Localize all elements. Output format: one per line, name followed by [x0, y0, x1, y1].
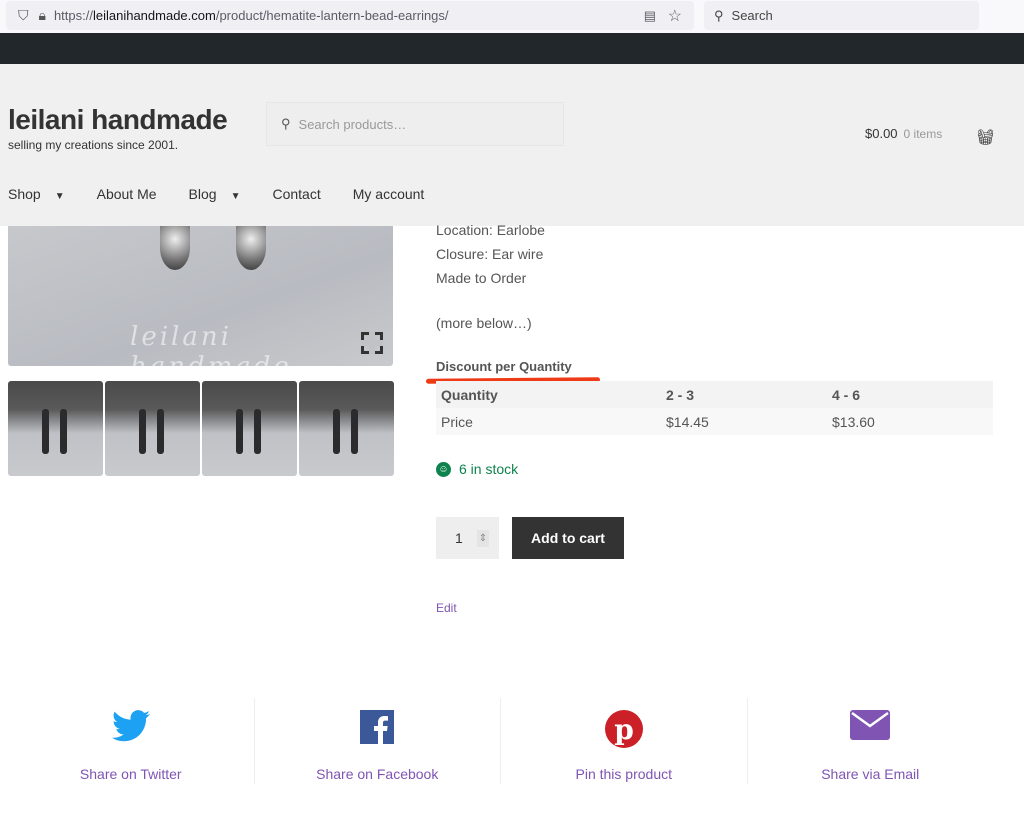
- product-search-placeholder: Search products…: [298, 116, 407, 132]
- more-below: (more below…): [436, 315, 532, 331]
- product-search-input[interactable]: ⚲ Search products…: [266, 102, 564, 146]
- shield-icon[interactable]: ⛉: [18, 7, 29, 24]
- pinterest-icon: p: [501, 710, 747, 748]
- share-label: Pin this product: [575, 766, 673, 782]
- chevron-down-icon[interactable]: ▼: [55, 191, 65, 202]
- email-icon: [748, 710, 994, 746]
- reader-view-icon[interactable]: ▤: [644, 8, 656, 24]
- svg-text:p: p: [614, 713, 634, 746]
- thumbnail[interactable]: [105, 381, 200, 476]
- table-row: Price $14.45 $13.60: [436, 408, 993, 435]
- share-label: Share via Email: [821, 766, 920, 782]
- cell: Price: [436, 408, 661, 435]
- share-email[interactable]: Share via Email: [746, 698, 994, 784]
- share-twitter[interactable]: Share on Twitter: [8, 698, 254, 784]
- spinner-icon[interactable]: ⇕: [476, 529, 490, 547]
- nav-contact[interactable]: Contact: [272, 186, 320, 202]
- discount-table: Quantity 2 - 3 4 - 6 Price $14.45 $13.60: [436, 381, 993, 435]
- browser-search-placeholder: Search: [731, 8, 773, 23]
- main-nav: Shop ▼ About Me Blog ▼ Contact My account: [8, 186, 456, 202]
- url-text[interactable]: https://leilanihandmade.com/product/hema…: [54, 8, 449, 23]
- earring-bead: [236, 226, 266, 270]
- basket-icon[interactable]: 🧺︎: [976, 128, 995, 146]
- share-section: Share on Twitter Share on Facebook p Pin…: [8, 698, 993, 784]
- search-icon: ⚲: [714, 7, 724, 23]
- detail-location: Location: Earlobe: [436, 222, 545, 238]
- share-label: Share on Twitter: [79, 766, 182, 782]
- header-cell: 4 - 6: [827, 381, 993, 408]
- browser-toolbar: ⛉ 🔒︎ https://leilanihandmade.com/product…: [0, 0, 1024, 33]
- nav-label: Shop: [8, 186, 41, 202]
- cart-total: $0.00: [865, 126, 898, 141]
- lock-icon[interactable]: 🔒︎: [39, 7, 46, 24]
- share-facebook[interactable]: Share on Facebook: [253, 698, 501, 784]
- nav-about-me[interactable]: About Me: [97, 186, 157, 202]
- browser-search[interactable]: ⚲ Search: [704, 1, 979, 30]
- header-cell: Quantity: [436, 381, 661, 408]
- watermark: leilani handmade: [130, 322, 289, 366]
- url-path: /product/hematite-lantern-bead-earrings/: [215, 8, 449, 23]
- share-label: Share on Facebook: [316, 766, 439, 782]
- discount-title: Discount per Quantity: [436, 359, 572, 374]
- quantity-value: 1: [455, 530, 463, 546]
- add-to-cart-button[interactable]: Add to cart: [512, 517, 624, 559]
- nav-label: About Me: [96, 186, 157, 202]
- search-icon: ⚲: [281, 116, 291, 131]
- twitter-icon: [8, 710, 254, 746]
- site-tagline: selling my creations since 2001.: [8, 138, 179, 152]
- chevron-down-icon[interactable]: ▼: [231, 191, 241, 202]
- detail-closure: Closure: Ear wire: [436, 246, 544, 262]
- cart-count: 0 items: [903, 127, 943, 141]
- fullscreen-icon[interactable]: [361, 332, 383, 354]
- thumbnail[interactable]: [8, 381, 103, 476]
- nav-label: Contact: [272, 186, 321, 202]
- facebook-icon: [255, 710, 501, 746]
- nav-my-account[interactable]: My account: [353, 186, 425, 202]
- nav-shop[interactable]: Shop ▼: [8, 186, 65, 202]
- edit-link[interactable]: Edit: [436, 601, 457, 615]
- table-header-row: Quantity 2 - 3 4 - 6: [436, 381, 993, 408]
- product-main-image[interactable]: leilani handmade: [8, 226, 393, 366]
- nav-label: My account: [352, 186, 425, 202]
- url-domain: leilanihandmade.com: [92, 8, 216, 23]
- stock-text: 6 in stock: [459, 461, 519, 477]
- thumbnail-strip: [8, 381, 394, 476]
- earring-bead: [160, 226, 190, 270]
- header-cell: 2 - 3: [661, 381, 827, 408]
- site-header: leilani handmade selling my creations si…: [0, 64, 1024, 226]
- nav-blog[interactable]: Blog ▼: [189, 186, 241, 202]
- thumbnail[interactable]: [299, 381, 394, 476]
- quantity-stepper[interactable]: 1 ⇕: [436, 517, 499, 559]
- bookmark-star-icon[interactable]: ☆: [668, 6, 682, 26]
- detail-made-to-order: Made to Order: [436, 270, 527, 286]
- url-prefix: https://: [53, 8, 93, 23]
- cell: $14.45: [661, 408, 827, 435]
- cart-link[interactable]: $0.00 0 items: [865, 126, 942, 141]
- cell: $13.60: [827, 408, 993, 435]
- share-pinterest[interactable]: p Pin this product: [500, 698, 747, 784]
- nav-label: Blog: [188, 186, 217, 202]
- thumbnail[interactable]: [202, 381, 297, 476]
- site-title[interactable]: leilani handmade: [8, 104, 228, 136]
- address-bar[interactable]: ⛉ 🔒︎ https://leilanihandmade.com/product…: [6, 1, 694, 30]
- admin-bar: [0, 33, 1024, 64]
- smiley-icon: ☺: [436, 461, 451, 477]
- stock-status: ☺ 6 in stock: [436, 461, 518, 477]
